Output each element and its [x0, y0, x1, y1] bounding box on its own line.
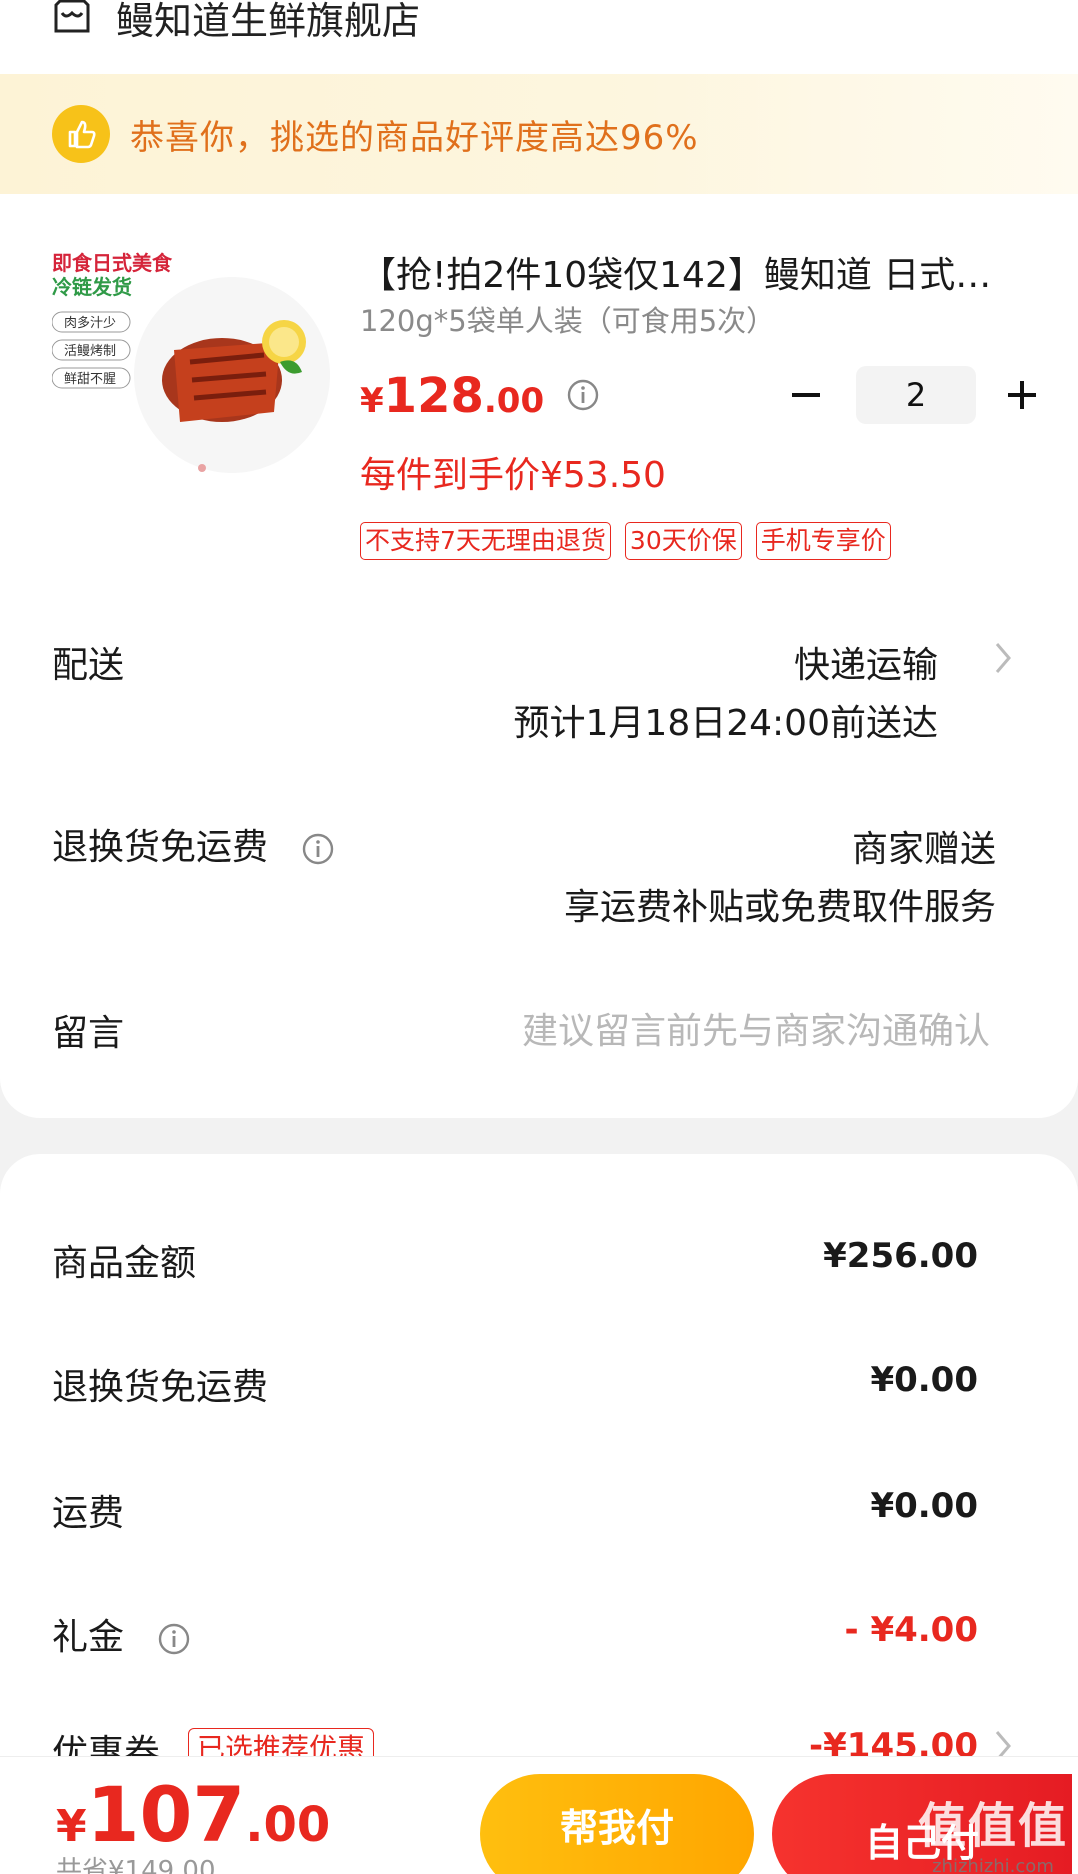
watermark-main: 值值值 [917, 1798, 1068, 1854]
price-info-icon[interactable] [566, 378, 600, 412]
message-label: 留言 [52, 1013, 125, 1054]
total-price: ¥ 107 .00 [56, 1770, 330, 1859]
product-title[interactable]: 【抢!拍2件10袋仅142】鳗知道 日式… [360, 246, 1020, 298]
chevron-right-icon[interactable] [992, 640, 1014, 676]
image-chip-3: 鲜甜不腥 [64, 371, 116, 387]
gift-row: 礼金 [52, 1608, 191, 1660]
thumbs-up-icon [52, 105, 110, 163]
return-freight-desc: 享运费补贴或免费取件服务 [563, 887, 996, 928]
saved-amount: 共省¥149.00 [56, 1856, 216, 1874]
product-image[interactable]: 即食日式美食 冷链发货 肉多汁少 活鳗烤制 鲜甜不腥 [52, 250, 332, 490]
return-freight-value: 商家赠送 [851, 829, 996, 870]
total-decimal: .00 [245, 1797, 331, 1853]
delivery-eta: 预计1月18日24:00前送达 [513, 703, 938, 744]
store-icon [54, 0, 90, 33]
return-freight-row: 退换货免运费 [52, 818, 335, 870]
image-caption-2: 冷链发货 [52, 275, 132, 299]
watermark: 值值值 zhizhizhi.com [918, 1786, 1068, 1874]
banner-text: 恭喜你，挑选的商品好评度高达96% [130, 117, 699, 158]
tag-mobile-price: 手机专享价 [755, 522, 891, 560]
rating-banner: 恭喜你，挑选的商品好评度高达96% [0, 74, 1078, 194]
price-integer: 128 [383, 368, 484, 424]
quantity-input[interactable]: 2 [856, 366, 976, 424]
quantity-stepper: 2 [784, 366, 1044, 424]
return-fee-label: 退换货免运费 [52, 1367, 269, 1408]
help-pay-button[interactable]: 帮我付 [480, 1774, 754, 1874]
product-price: ¥ 128 .00 [360, 368, 600, 424]
plus-icon [1008, 381, 1036, 409]
image-chip-2: 活鳗烤制 [64, 344, 116, 359]
unit-price: 每件到手价¥53.50 [360, 455, 666, 496]
delivery-label: 配送 [52, 645, 125, 686]
store-header[interactable]: 鳗知道生鲜旗舰店 [52, 0, 421, 43]
image-chip-1: 肉多汁少 [64, 315, 116, 331]
price-decimal: .00 [483, 381, 545, 421]
gift-info-icon[interactable] [157, 1622, 191, 1656]
return-fee-value: ¥0.00 [870, 1360, 978, 1400]
minus-icon [792, 393, 820, 397]
return-info-icon[interactable] [301, 832, 335, 866]
watermark-sub: zhizhizhi.com [932, 1856, 1054, 1874]
shipping-value: ¥0.00 [870, 1486, 978, 1526]
gift-label: 礼金 [52, 1617, 125, 1658]
product-spec: 120g*5袋单人装（可食用5次） [360, 304, 776, 338]
tag-no-return: 不支持7天无理由退货 [360, 522, 611, 560]
image-caption-1: 即食日式美食 [52, 251, 173, 275]
price-symbol: ¥ [360, 381, 384, 421]
store-name: 鳗知道生鲜旗舰店 [116, 0, 421, 43]
total-symbol: ¥ [56, 1801, 87, 1852]
decrease-button[interactable] [784, 373, 828, 417]
delivery-method[interactable]: 快递运输 [794, 636, 938, 688]
message-input[interactable]: 建议留言前先与商家沟通确认 [522, 1002, 990, 1054]
goods-amount-label: 商品金额 [52, 1243, 197, 1284]
product-tags: 不支持7天无理由退货 30天价保 手机专享价 [360, 522, 891, 560]
gift-value: - ¥4.00 [844, 1610, 979, 1650]
goods-amount-value: ¥256.00 [823, 1236, 978, 1276]
total-integer: 107 [86, 1770, 246, 1859]
return-freight-label: 退换货免运费 [52, 827, 269, 868]
shipping-label: 运费 [52, 1493, 125, 1534]
tag-price-protect: 30天价保 [624, 522, 742, 560]
increase-button[interactable] [1000, 373, 1044, 417]
